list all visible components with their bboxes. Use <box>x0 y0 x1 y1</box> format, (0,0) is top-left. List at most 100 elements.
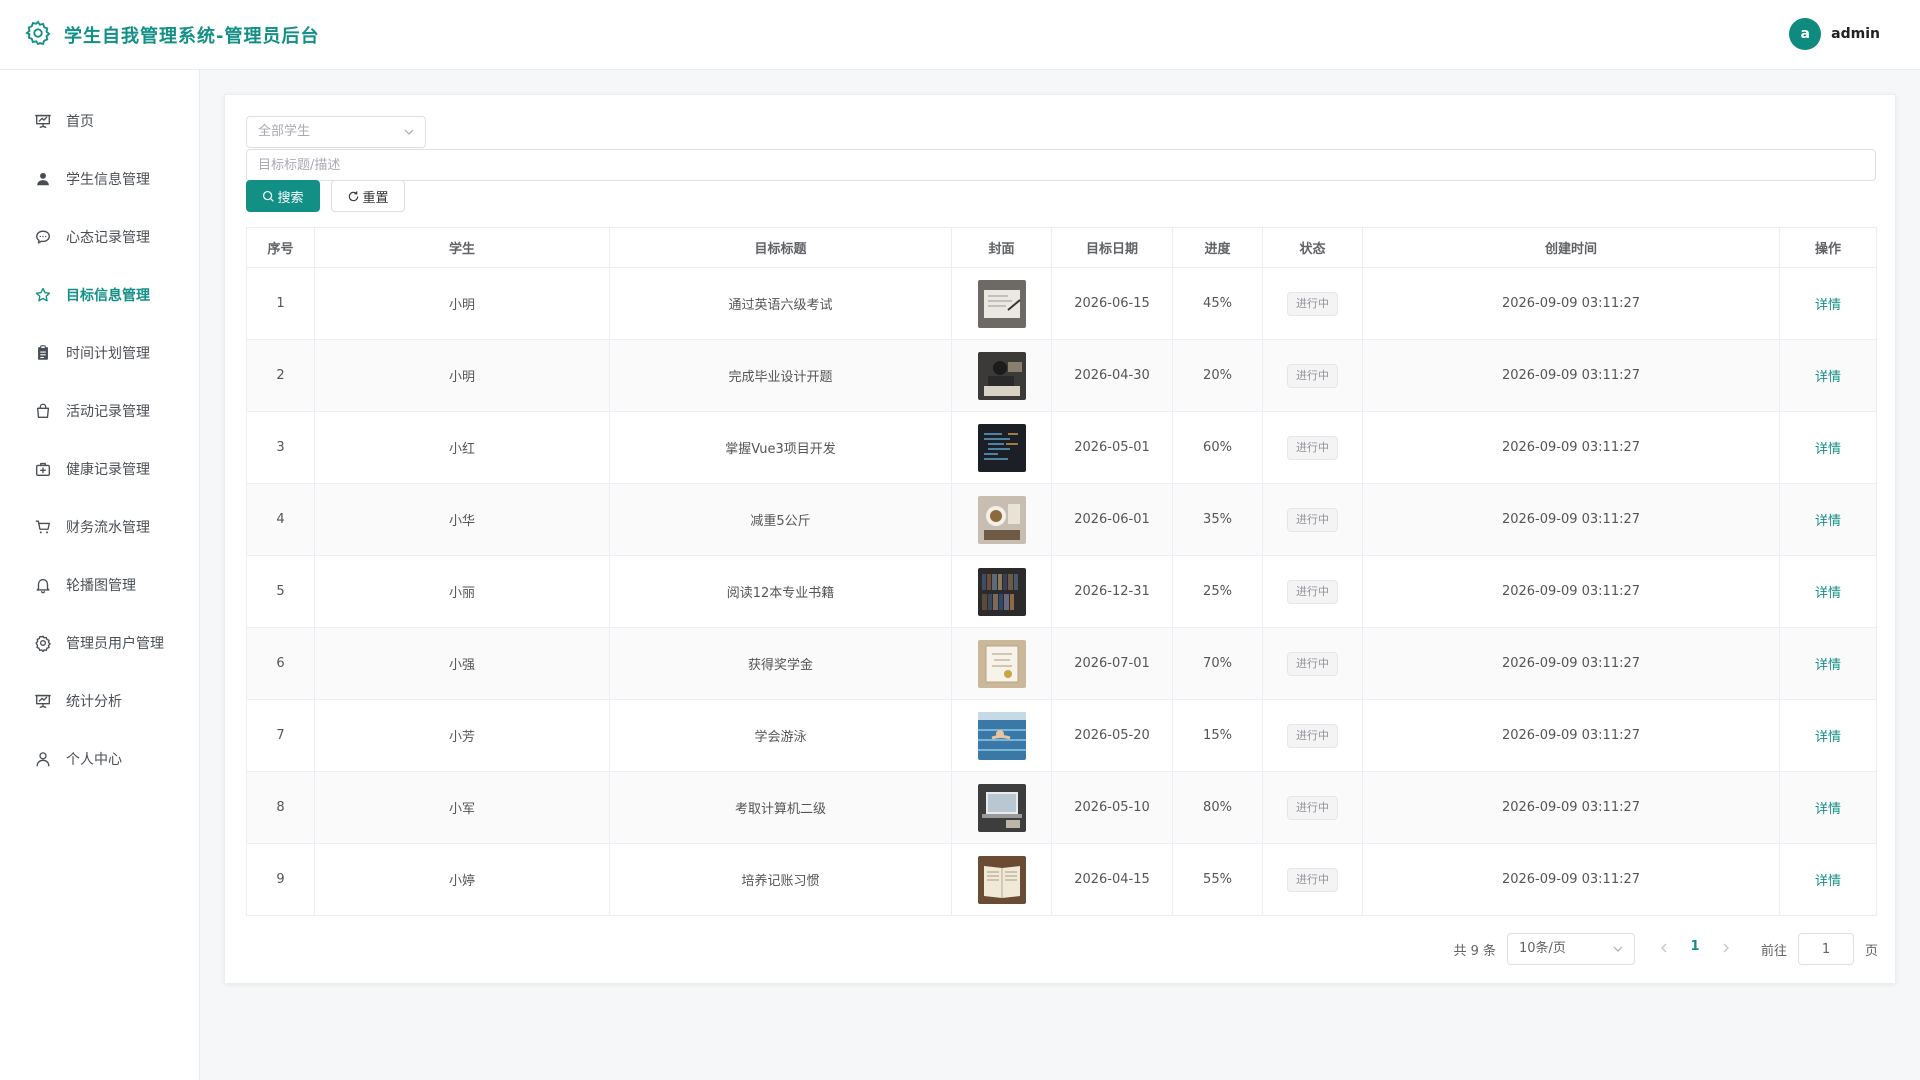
cell-date: 2026-07-01 <box>1051 627 1173 700</box>
cell-created: 2026-09-09 03:11:27 <box>1362 267 1780 340</box>
sidebar-item-label: 财务流水管理 <box>66 520 150 536</box>
cell-status: 进行中 <box>1262 483 1363 556</box>
cell-date: 2026-04-15 <box>1051 843 1173 916</box>
sidebar-item[interactable]: 首页 <box>0 92 199 150</box>
cover-thumbnail[interactable] <box>977 711 1026 760</box>
cell-action: 详情 <box>1779 699 1877 772</box>
cell-status: 进行中 <box>1262 339 1363 412</box>
cell-title: 减重5公斤 <box>609 483 952 556</box>
sidebar-item-label: 个人中心 <box>66 752 122 768</box>
total-count: 共 9 条 <box>1453 944 1496 959</box>
cell-title: 获得奖学金 <box>609 627 952 700</box>
cell-action: 详情 <box>1779 555 1877 628</box>
cell-status: 进行中 <box>1262 771 1363 844</box>
sidebar-item[interactable]: 统计分析 <box>0 672 199 730</box>
page-size-value: 10条/页 <box>1519 941 1566 956</box>
sidebar-item[interactable]: 管理员用户管理 <box>0 614 199 672</box>
cover-thumbnail[interactable] <box>977 279 1026 328</box>
sidebar-item-label: 时间计划管理 <box>66 346 150 362</box>
first-aid-kit-icon <box>34 460 66 478</box>
cell-created: 2026-09-09 03:11:27 <box>1362 627 1780 700</box>
cell-student: 小红 <box>314 411 610 484</box>
sidebar-item[interactable]: 轮播图管理 <box>0 556 199 614</box>
table-row: 9 小婷 培养记账习惯 2026-04-15 55% 进行中 2026-09-09 03:1… <box>246 843 1877 916</box>
cell-created: 2026-09-09 03:11:27 <box>1362 843 1780 916</box>
column-header: 目标日期 <box>1051 227 1173 268</box>
cell-created: 2026-09-09 03:11:27 <box>1362 411 1780 484</box>
sidebar-item[interactable]: 时间计划管理 <box>0 324 199 382</box>
cell-date: 2026-06-15 <box>1051 267 1173 340</box>
sidebar-item[interactable]: 学生信息管理 <box>0 150 199 208</box>
sidebar-item[interactable]: 财务流水管理 <box>0 498 199 556</box>
cover-thumbnail[interactable] <box>977 639 1026 688</box>
detail-link[interactable]: 详情 <box>1815 298 1841 313</box>
detail-link[interactable]: 详情 <box>1815 802 1841 817</box>
username[interactable]: admin <box>1831 26 1880 42</box>
reset-button[interactable]: 重置 <box>331 180 405 212</box>
cover-thumbnail[interactable] <box>977 423 1026 472</box>
user-menu[interactable]: a admin <box>1789 18 1880 50</box>
detail-link[interactable]: 详情 <box>1815 370 1841 385</box>
cell-cover <box>951 627 1052 700</box>
cell-title: 阅读12本专业书籍 <box>609 555 952 628</box>
cell-progress: 80% <box>1172 771 1263 844</box>
table-row: 6 小强 获得奖学金 2026-07-01 70% 进行中 2026-09-09 03:11… <box>246 627 1877 700</box>
search-icon <box>263 190 275 202</box>
cell-no: 5 <box>246 555 315 628</box>
detail-link[interactable]: 详情 <box>1815 514 1841 529</box>
clipboard-icon <box>34 344 66 362</box>
detail-link[interactable]: 详情 <box>1815 442 1841 457</box>
cover-thumbnail[interactable] <box>977 567 1026 616</box>
cell-no: 2 <box>246 339 315 412</box>
cell-created: 2026-09-09 03:11:27 <box>1362 699 1780 772</box>
sidebar-item[interactable]: 活动记录管理 <box>0 382 199 440</box>
prev-page-icon[interactable] <box>1657 941 1671 955</box>
detail-link[interactable]: 详情 <box>1815 586 1841 601</box>
search-button[interactable]: 搜索 <box>246 180 320 212</box>
page-size-select[interactable]: 10条/页 <box>1507 933 1635 965</box>
cover-thumbnail[interactable] <box>977 495 1026 544</box>
sidebar-item[interactable]: 健康记录管理 <box>0 440 199 498</box>
status-badge: 进行中 <box>1287 363 1338 388</box>
status-badge: 进行中 <box>1287 651 1338 676</box>
cell-progress: 45% <box>1172 267 1263 340</box>
avatar[interactable]: a <box>1789 18 1822 50</box>
chevron-down-icon <box>1613 946 1623 952</box>
cell-title: 考取计算机二级 <box>609 771 952 844</box>
sidebar-item-label: 管理员用户管理 <box>66 636 164 652</box>
table-header-row: 序号 学生 目标标题 封面 目标日期 进度 状态 创建时间 操作 <box>246 227 1877 268</box>
cell-cover <box>951 267 1052 340</box>
star-icon <box>34 286 66 304</box>
sidebar-item[interactable]: 目标信息管理 <box>0 266 199 324</box>
status-badge: 进行中 <box>1287 435 1338 460</box>
keyword-search-input[interactable] <box>246 149 1876 181</box>
column-header: 目标标题 <box>609 227 952 268</box>
student-select[interactable]: 全部学生 <box>246 116 426 148</box>
next-page-icon[interactable] <box>1719 941 1733 955</box>
cell-action: 详情 <box>1779 339 1877 412</box>
cell-action: 详情 <box>1779 267 1877 340</box>
goto-page-input[interactable] <box>1798 933 1854 965</box>
cell-title: 培养记账习惯 <box>609 843 952 916</box>
status-badge: 进行中 <box>1287 291 1338 316</box>
sidebar-item[interactable]: 个人中心 <box>0 730 199 788</box>
status-badge: 进行中 <box>1287 579 1338 604</box>
cell-student: 小明 <box>314 267 610 340</box>
sidebar-item-label: 首页 <box>66 114 94 130</box>
sidebar-item[interactable]: 心态记录管理 <box>0 208 199 266</box>
cell-action: 详情 <box>1779 411 1877 484</box>
cell-status: 进行中 <box>1262 843 1363 916</box>
detail-link[interactable]: 详情 <box>1815 730 1841 745</box>
cell-student: 小明 <box>314 339 610 412</box>
cover-thumbnail[interactable] <box>977 783 1026 832</box>
cover-thumbnail[interactable] <box>977 855 1026 904</box>
sidebar-item-label: 目标信息管理 <box>66 288 150 304</box>
page-number-current[interactable]: 1 <box>1685 939 1705 954</box>
cell-no: 9 <box>246 843 315 916</box>
detail-link[interactable]: 详情 <box>1815 874 1841 889</box>
cell-no: 1 <box>246 267 315 340</box>
cover-thumbnail[interactable] <box>977 351 1026 400</box>
cell-created: 2026-09-09 03:11:27 <box>1362 555 1780 628</box>
cell-student: 小婷 <box>314 843 610 916</box>
detail-link[interactable]: 详情 <box>1815 658 1841 673</box>
